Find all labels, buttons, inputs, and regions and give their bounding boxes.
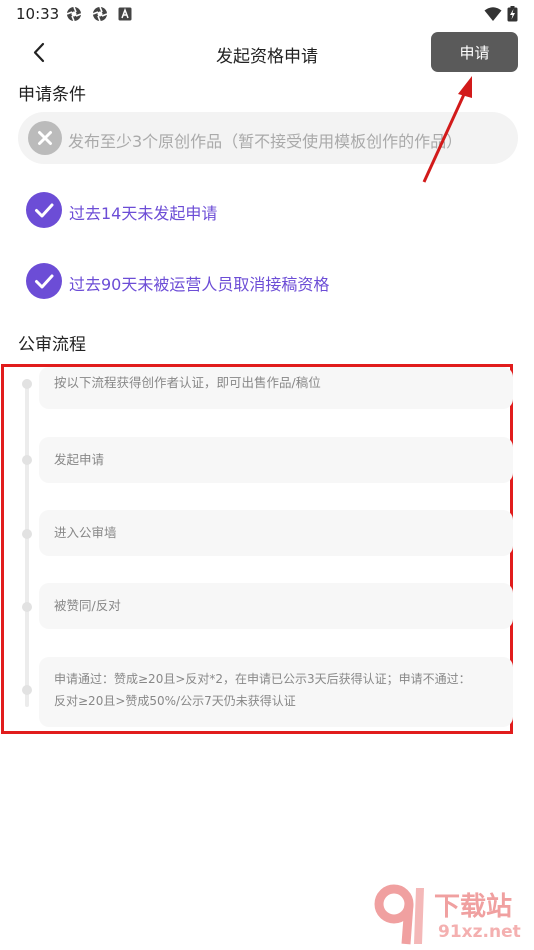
watermark-logo-icon bbox=[374, 884, 424, 945]
check-icon bbox=[26, 192, 62, 228]
watermark: 下载站 91xz.net bbox=[370, 882, 530, 948]
process-step: 进入公审墙 bbox=[39, 510, 513, 556]
app-notification-icon bbox=[66, 6, 82, 22]
timeline-dot bbox=[22, 379, 32, 389]
process-step: 申请通过：赞成≥20且>反对*2，在申请已公示3天后获得认证；申请不通过： 反对… bbox=[39, 657, 513, 727]
status-time: 10:33 bbox=[16, 5, 60, 23]
timeline-line bbox=[25, 383, 29, 707]
watermark-brand: 下载站 bbox=[434, 892, 513, 922]
conditions-title: 申请条件 bbox=[18, 85, 86, 105]
process-step: 被赞同/反对 bbox=[39, 583, 513, 629]
status-bar: 10:33 bbox=[0, 0, 534, 28]
battery-charging-icon bbox=[507, 6, 518, 22]
apply-button[interactable]: 申请 bbox=[431, 32, 518, 72]
condition-text: 发布至少3个原创作品（暂不接受使用模板创作的作品） bbox=[68, 132, 463, 151]
process-step: 发起申请 bbox=[39, 437, 513, 483]
step-text: 申请通过：赞成≥20且>反对*2，在申请已公示3天后获得认证；申请不通过： bbox=[54, 672, 471, 686]
process-timeline: 按以下流程获得创作者认证，即可出售作品/稿位 发起申请 进入公审墙 被赞同/反对… bbox=[1, 364, 513, 734]
watermark-url: 91xz.net bbox=[438, 922, 521, 942]
wifi-icon bbox=[484, 7, 502, 21]
condition-text: 过去90天未被运营人员取消接稿资格 bbox=[69, 275, 330, 294]
condition-item-met: 过去14天未发起申请 bbox=[26, 192, 506, 228]
a-badge-icon bbox=[118, 7, 132, 21]
timeline-dot bbox=[22, 529, 32, 539]
unmet-x-icon bbox=[28, 121, 62, 155]
timeline-dot bbox=[22, 602, 32, 612]
timeline-dot bbox=[22, 455, 32, 465]
step-text: 发起申请 bbox=[54, 452, 105, 467]
nav-bar: 发起资格申请 申请 bbox=[0, 30, 534, 76]
app-notification-icon bbox=[92, 6, 108, 22]
check-icon bbox=[26, 263, 62, 299]
condition-text: 过去14天未发起申请 bbox=[69, 204, 218, 223]
step-text: 按以下流程获得创作者认证，即可出售作品/稿位 bbox=[54, 375, 321, 390]
timeline-dot bbox=[22, 685, 32, 695]
condition-item-met: 过去90天未被运营人员取消接稿资格 bbox=[26, 263, 506, 299]
step-text: 反对≥20且>赞成50%/公示7天仍未获得认证 bbox=[54, 694, 296, 708]
step-text: 进入公审墙 bbox=[54, 525, 117, 540]
condition-item-unmet: 发布至少3个原创作品（暂不接受使用模板创作的作品） bbox=[18, 112, 518, 164]
process-title: 公审流程 bbox=[18, 335, 86, 355]
step-text: 被赞同/反对 bbox=[54, 598, 121, 613]
process-step: 按以下流程获得创作者认证，即可出售作品/稿位 bbox=[39, 367, 513, 409]
